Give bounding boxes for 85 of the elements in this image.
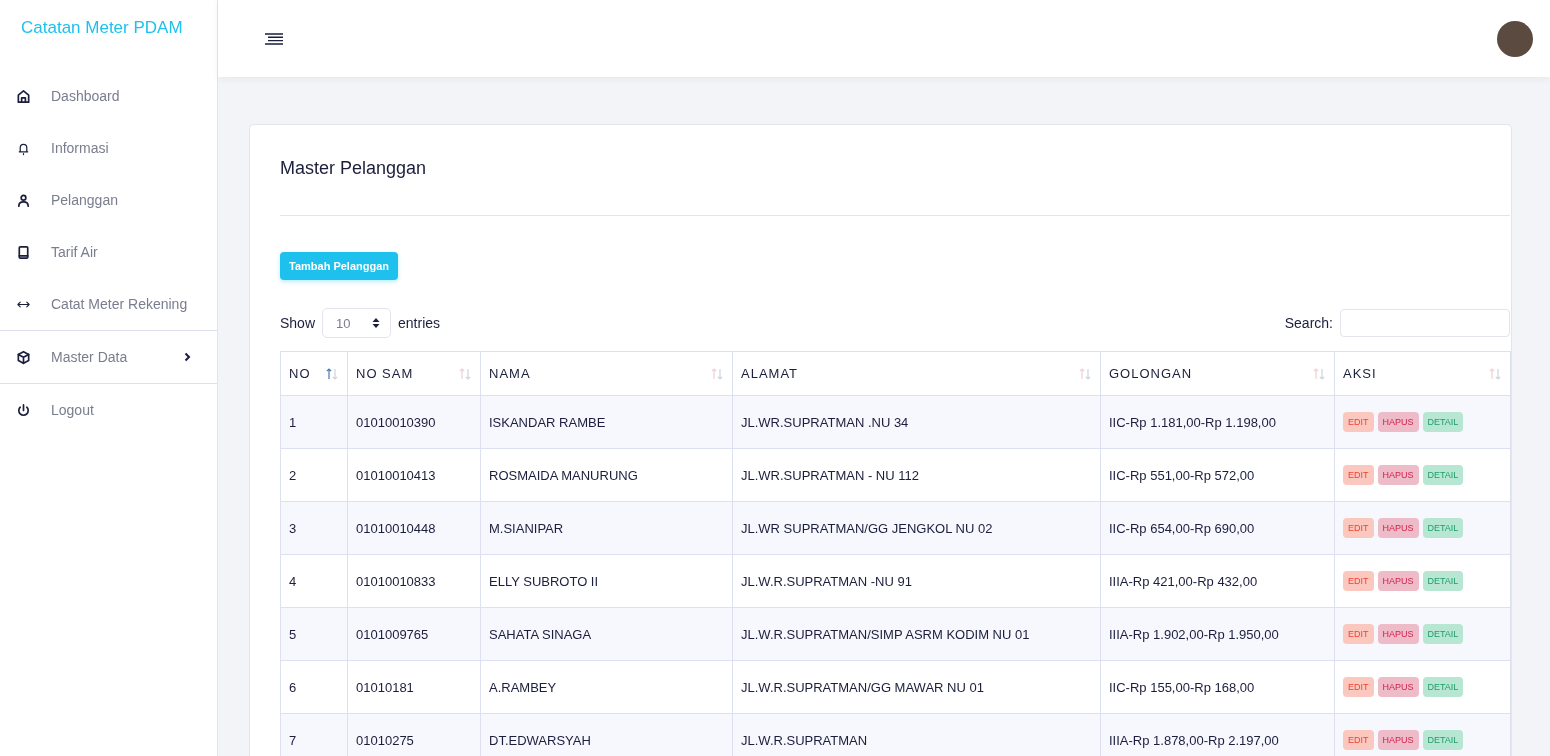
brand-title: Catatan Meter PDAM xyxy=(20,17,184,39)
table-cell: 7 xyxy=(289,732,297,748)
table-cell: 01010275 xyxy=(356,732,414,748)
sidebar-item[interactable]: Logout xyxy=(0,384,217,436)
table-cell: DT.EDWARSYAH xyxy=(489,732,591,748)
column-header[interactable]: NO SAM xyxy=(347,351,481,396)
box-icon xyxy=(16,349,31,365)
table-cell: IIC-Rp 1.181,00-Rp 1.198,00 xyxy=(1109,414,1276,430)
delete-button[interactable]: HAPUS xyxy=(1377,730,1419,750)
menu-icon[interactable] xyxy=(265,32,283,45)
edit-button[interactable]: EDIT xyxy=(1343,624,1374,644)
edit-button[interactable]: EDIT xyxy=(1343,465,1374,485)
table-cell: JL.W.R.SUPRATMAN/SIMP ASRM KODIM NU 01 xyxy=(741,626,1030,642)
entries-select[interactable]: 10 xyxy=(322,308,392,338)
add-customer-button[interactable]: Tambah Pelanggan xyxy=(280,252,399,280)
table-cell: A.RAMBEY xyxy=(489,679,557,695)
detail-button[interactable]: DETAIL xyxy=(1422,465,1464,485)
table-cell: 01010010390 xyxy=(356,414,436,430)
sort-arrows-icon xyxy=(372,317,381,329)
edit-button[interactable]: EDIT xyxy=(1343,412,1374,432)
user-icon xyxy=(16,192,31,208)
sidebar-item[interactable]: Tarif Air xyxy=(0,226,217,278)
table-cell: IIC-Rp 155,00-Rp 168,00 xyxy=(1109,679,1255,695)
sidebar-item[interactable]: Dashboard xyxy=(0,70,217,122)
detail-button[interactable]: DETAIL xyxy=(1422,412,1464,432)
delete-button[interactable]: HAPUS xyxy=(1377,571,1419,591)
column-header[interactable]: NO xyxy=(280,351,348,396)
edit-button[interactable]: EDIT xyxy=(1343,730,1374,750)
detail-button[interactable]: DETAIL xyxy=(1422,571,1464,591)
table-cell: JL.WR.SUPRATMAN - NU 112 xyxy=(741,467,919,483)
table-cell: IIC-Rp 551,00-Rp 572,00 xyxy=(1109,467,1255,483)
edit-button[interactable]: EDIT xyxy=(1343,571,1374,591)
search-label: Search: xyxy=(1284,315,1333,331)
avatar[interactable] xyxy=(1497,20,1533,57)
entries-label: entries xyxy=(398,315,441,331)
detail-button[interactable]: DETAIL xyxy=(1422,624,1464,644)
edit-button[interactable]: EDIT xyxy=(1343,677,1374,697)
column-header[interactable]: NAMA xyxy=(480,351,733,396)
table-cell: ELLY SUBROTO II xyxy=(489,573,599,589)
delete-button[interactable]: HAPUS xyxy=(1377,465,1419,485)
sidebar-item[interactable]: Pelanggan xyxy=(0,174,217,226)
delete-button[interactable]: HAPUS xyxy=(1377,518,1419,538)
search-field[interactable] xyxy=(1340,309,1510,337)
table-cell: 2 xyxy=(289,467,297,483)
table-cell: IIIA-Rp 1.902,00-Rp 1.950,00 xyxy=(1109,626,1279,642)
detail-button[interactable]: DETAIL xyxy=(1422,677,1464,697)
table-cell: JL.W.R.SUPRATMAN xyxy=(741,732,868,748)
table-cell: IIIA-Rp 421,00-Rp 432,00 xyxy=(1109,573,1258,589)
table-cell: 01010010413 xyxy=(356,467,436,483)
table-cell: JL.WR.SUPRATMAN .NU 34 xyxy=(741,414,909,430)
power-icon xyxy=(16,402,31,418)
book-icon xyxy=(16,244,31,260)
delete-button[interactable]: HAPUS xyxy=(1377,677,1419,697)
table-cell: 01010010833 xyxy=(356,573,436,589)
table-cell: 01010010448 xyxy=(356,520,436,536)
delete-button[interactable]: HAPUS xyxy=(1377,412,1419,432)
table-cell: JL.WR SUPRATMAN/GG JENGKOL NU 02 xyxy=(741,520,993,536)
table-cell: SAHATA SINAGA xyxy=(489,626,592,642)
page-title: Master Pelanggan xyxy=(280,158,428,179)
table-cell: 1 xyxy=(289,414,297,430)
table-cell: ISKANDAR RAMBE xyxy=(489,414,606,430)
detail-button[interactable]: DETAIL xyxy=(1422,730,1464,750)
column-header[interactable]: AKSI xyxy=(1334,351,1511,396)
edit-button[interactable]: EDIT xyxy=(1343,518,1374,538)
table-cell: JL.W.R.SUPRATMAN/GG MAWAR NU 01 xyxy=(741,679,984,695)
table-cell: 5 xyxy=(289,626,297,642)
show-label: Show xyxy=(280,315,316,331)
table-cell: 4 xyxy=(289,573,297,589)
column-header[interactable]: ALAMAT xyxy=(732,351,1101,396)
home-icon xyxy=(16,88,31,104)
table-cell: M.SIANIPAR xyxy=(489,520,564,536)
table-cell: IIC-Rp 654,00-Rp 690,00 xyxy=(1109,520,1255,536)
sidebar-item[interactable]: Informasi xyxy=(0,122,217,174)
column-header[interactable]: GOLONGAN xyxy=(1100,351,1335,396)
table-cell: 01010181 xyxy=(356,679,414,695)
chevron-right-icon xyxy=(183,352,191,362)
table-cell: IIIA-Rp 1.878,00-Rp 2.197,00 xyxy=(1109,732,1279,748)
table-cell: ROSMAIDA MANURUNG xyxy=(489,467,638,483)
detail-button[interactable]: DETAIL xyxy=(1422,518,1464,538)
sidebar-item[interactable]: Catat Meter Rekening xyxy=(0,278,217,330)
table-cell: 0101009765 xyxy=(356,626,429,642)
table-cell: JL.W.R.SUPRATMAN -NU 91 xyxy=(741,573,912,589)
delete-button[interactable]: HAPUS xyxy=(1377,624,1419,644)
table-cell: 6 xyxy=(289,679,297,695)
table-cell: 3 xyxy=(289,520,297,536)
